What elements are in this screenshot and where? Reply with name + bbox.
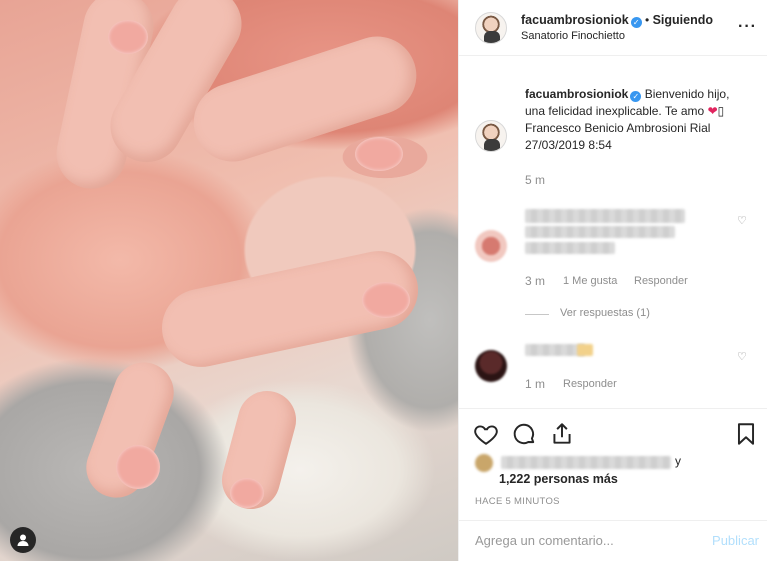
verified-badge-icon: ✓ xyxy=(630,16,642,28)
likes-suffix: y xyxy=(675,454,681,468)
avatar[interactable] xyxy=(475,120,507,152)
post-photo[interactable] xyxy=(0,0,458,561)
location-link[interactable]: Sanatorio Finochietto xyxy=(521,28,713,44)
post-sidebar: facuambrosioniok ✓ • Siguiendo Sanatorio … xyxy=(458,0,767,561)
nail-shape xyxy=(116,445,160,489)
blurred-comment-text xyxy=(525,226,675,238)
comment-avatar[interactable] xyxy=(475,350,507,382)
posted-time[interactable]: HACE 5 MINUTOS xyxy=(475,496,560,507)
separator: • xyxy=(645,12,650,27)
publish-button[interactable]: Publicar xyxy=(712,533,759,548)
add-comment-bar: Publicar xyxy=(459,520,767,561)
share-icon[interactable] xyxy=(549,421,575,447)
post-header: facuambrosioniok ✓ • Siguiendo Sanatorio … xyxy=(459,0,767,56)
replies-divider xyxy=(525,314,549,315)
blurred-comment-text xyxy=(525,242,615,254)
bookmark-icon[interactable] xyxy=(733,421,759,447)
more-dots-icon[interactable]: ··· xyxy=(738,18,757,36)
unknown-glyph: ▯ xyxy=(717,104,725,118)
tagged-users-icon[interactable] xyxy=(10,527,36,553)
comment-input[interactable] xyxy=(475,533,695,548)
comment-like-icon[interactable]: ♡ xyxy=(737,214,747,227)
liker-avatar[interactable] xyxy=(475,454,493,472)
comment-avatar[interactable] xyxy=(475,230,507,262)
verified-badge-icon: ✓ xyxy=(630,91,642,102)
comment-icon[interactable] xyxy=(511,421,537,447)
action-bar xyxy=(459,408,767,458)
blurred-emoji xyxy=(577,344,593,356)
comment-time[interactable]: 1 m xyxy=(525,377,545,391)
reply-button[interactable]: Responder xyxy=(634,275,688,287)
caption-line-2: una felicidad inexplicable. Te amo xyxy=(525,104,705,118)
view-replies-button[interactable]: Ver respuestas (1) xyxy=(560,307,650,319)
caption-line-3: Francesco Benicio Ambrosioni Rial xyxy=(525,121,711,135)
comment-time[interactable]: 3 m xyxy=(525,274,545,288)
comments-section: facuambrosioniok ✓ Bienvenido hijo, una f… xyxy=(459,56,767,408)
avatar[interactable] xyxy=(475,11,507,44)
heart-outline-icon[interactable] xyxy=(473,421,499,447)
instagram-post: facuambrosioniok ✓ • Siguiendo Sanatorio … xyxy=(0,0,767,561)
caption-time[interactable]: 5 m xyxy=(525,173,545,187)
heart-emoji-icon: ❤ xyxy=(707,104,718,118)
caption: facuambrosioniok ✓ Bienvenido hijo, una f… xyxy=(475,86,755,154)
caption-line-1: Bienvenido hijo, xyxy=(644,87,730,101)
blurred-comment-text xyxy=(525,344,585,356)
blurred-liker-name xyxy=(501,456,671,469)
reply-button[interactable]: Responder xyxy=(563,378,617,390)
caption-line-4: 27/03/2019 8:54 xyxy=(525,138,612,152)
caption-text: facuambrosioniok ✓ Bienvenido hijo, una f… xyxy=(525,86,729,154)
blurred-comment-text xyxy=(525,209,685,223)
nail-shape xyxy=(355,137,403,171)
comment-like-icon[interactable]: ♡ xyxy=(737,350,747,363)
nail-shape xyxy=(108,20,148,54)
comment-likes[interactable]: 1 Me gusta xyxy=(563,275,617,287)
author-username[interactable]: facuambrosioniok xyxy=(521,13,629,27)
nail-shape xyxy=(362,282,410,318)
nail-shape xyxy=(230,478,264,508)
likes-count[interactable]: 1,222 personas más xyxy=(499,472,618,486)
following-button[interactable]: Siguiendo xyxy=(653,13,713,27)
caption-username[interactable]: facuambrosioniok xyxy=(525,87,628,101)
